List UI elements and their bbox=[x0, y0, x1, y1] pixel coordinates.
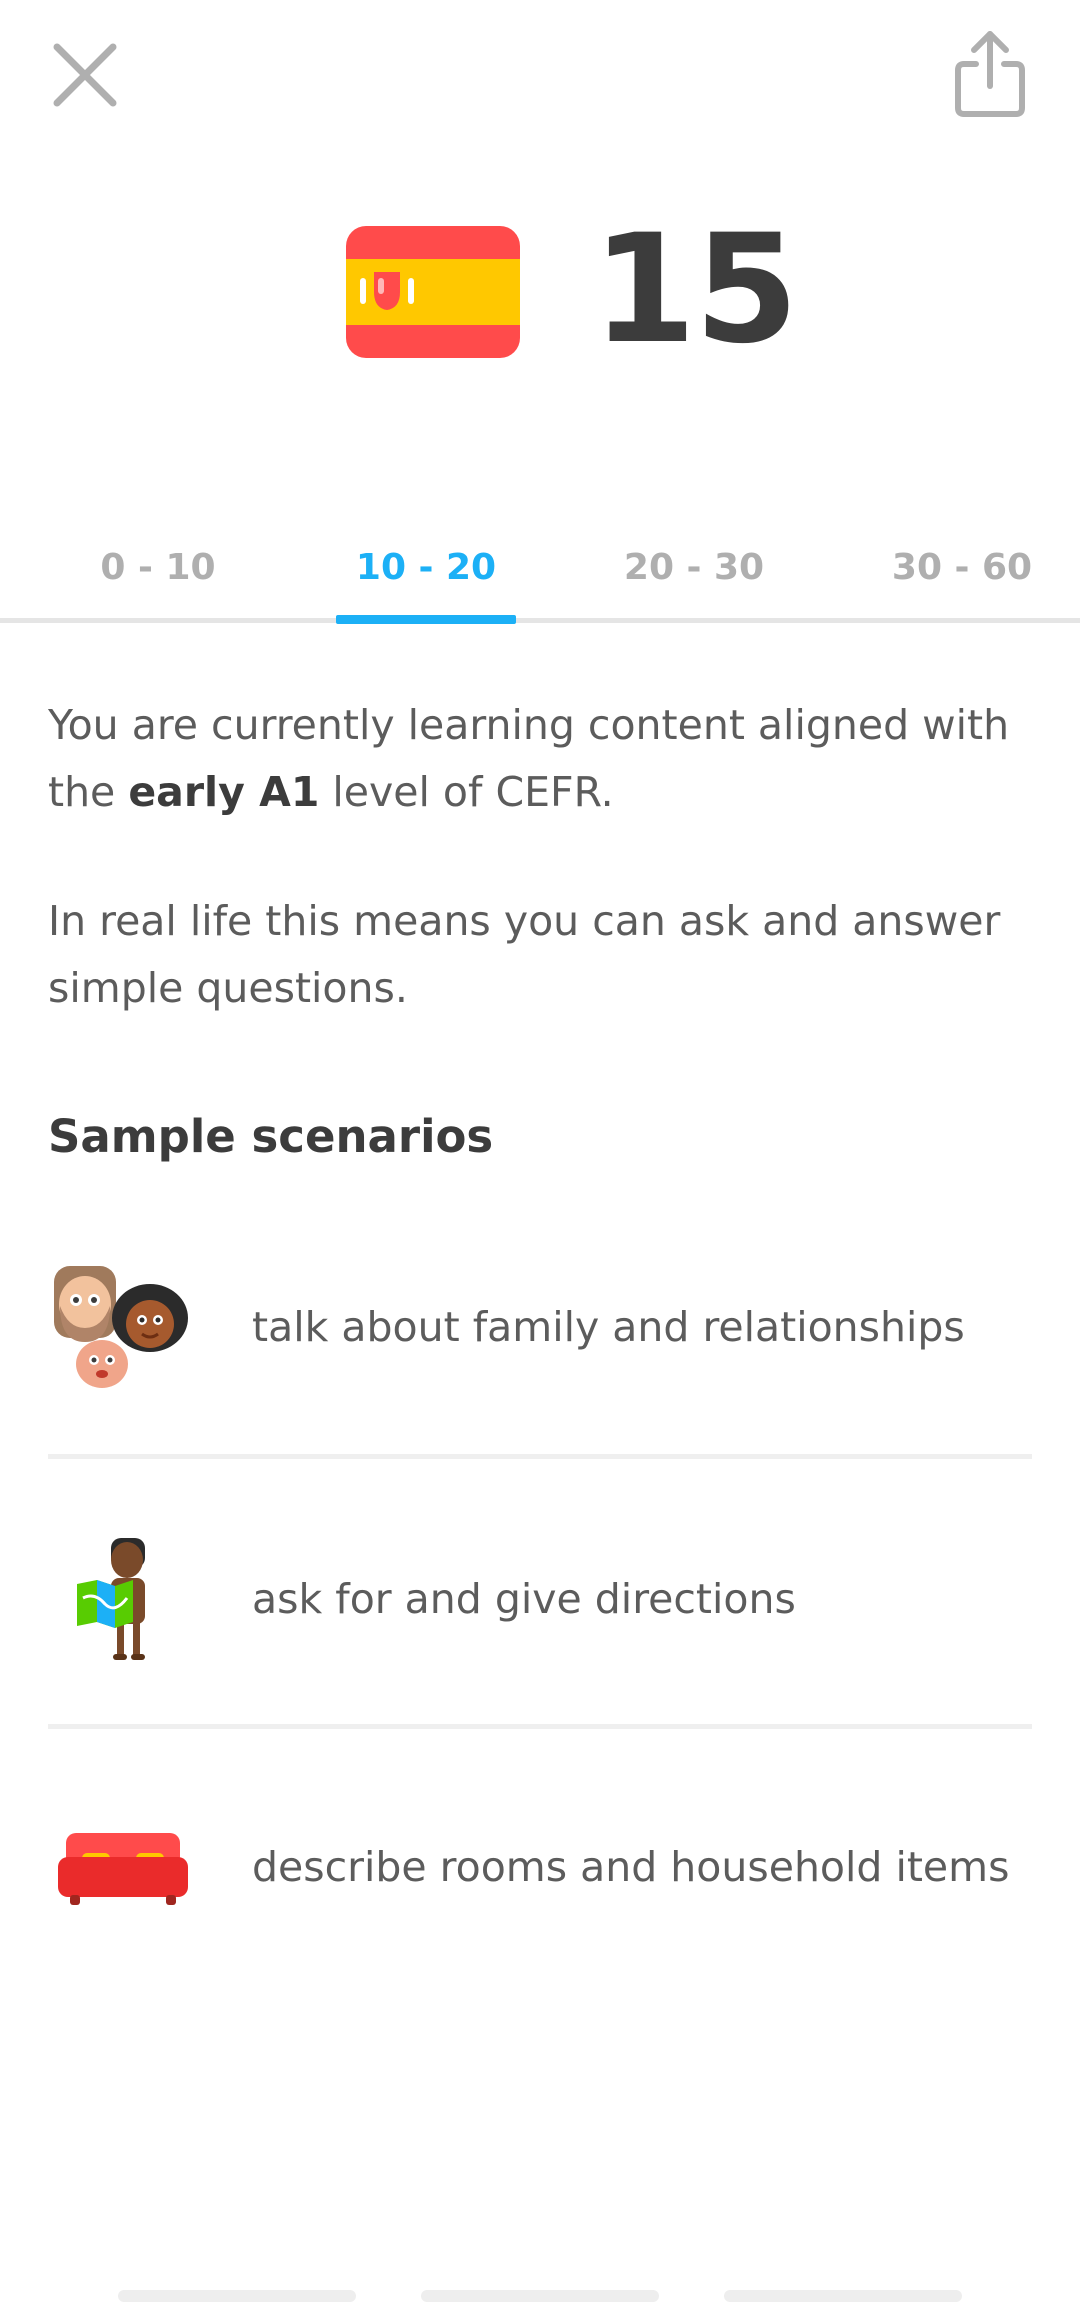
row-divider bbox=[48, 1724, 1032, 1729]
cefr-level: early A1 bbox=[128, 768, 320, 816]
cefr-description: You are currently learning content align… bbox=[48, 692, 1038, 826]
scenario-label: describe rooms and household items bbox=[252, 1843, 1010, 1891]
spain-flag-icon bbox=[346, 226, 520, 358]
tab-20-30[interactable]: 20 - 30 bbox=[604, 508, 784, 626]
real-life-description: In real life this means you can ask and … bbox=[48, 897, 1001, 1012]
tab-0-10[interactable]: 0 - 10 bbox=[68, 508, 248, 626]
score-value: 15 bbox=[592, 203, 799, 377]
scenario-item: ask for and give directions bbox=[48, 1514, 1032, 1684]
share-button[interactable] bbox=[940, 24, 1040, 124]
scenario-item: describe rooms and household items bbox=[48, 1782, 1032, 1952]
map-directions-icon bbox=[48, 1514, 198, 1684]
page-indicator bbox=[724, 2290, 962, 2302]
sample-scenarios-title: Sample scenarios bbox=[48, 1110, 494, 1163]
sofa-icon bbox=[48, 1782, 198, 1952]
tabs-divider bbox=[0, 618, 1080, 623]
page-indicator bbox=[118, 2290, 356, 2302]
course-score-header: 15 bbox=[0, 200, 1080, 380]
tab-30-60[interactable]: 30 - 60 bbox=[872, 508, 1052, 626]
level-tabs: 0 - 10 10 - 20 20 - 30 30 - 60 bbox=[0, 508, 1080, 626]
page-indicator bbox=[421, 2290, 659, 2302]
row-divider bbox=[48, 1454, 1032, 1459]
close-icon bbox=[53, 43, 117, 107]
close-button[interactable] bbox=[40, 30, 130, 120]
tab-10-20[interactable]: 10 - 20 bbox=[336, 508, 516, 626]
share-icon bbox=[955, 31, 1025, 117]
family-icon bbox=[48, 1242, 198, 1412]
bottom-page-indicators bbox=[0, 2290, 1080, 2304]
scenario-item: talk about family and relationships bbox=[48, 1242, 1032, 1412]
top-bar bbox=[0, 0, 1080, 160]
active-tab-indicator bbox=[336, 615, 516, 624]
scenario-label: ask for and give directions bbox=[252, 1575, 796, 1623]
cefr-description-suffix: level of CEFR. bbox=[332, 768, 614, 816]
scenario-label: talk about family and relationships bbox=[252, 1303, 965, 1351]
